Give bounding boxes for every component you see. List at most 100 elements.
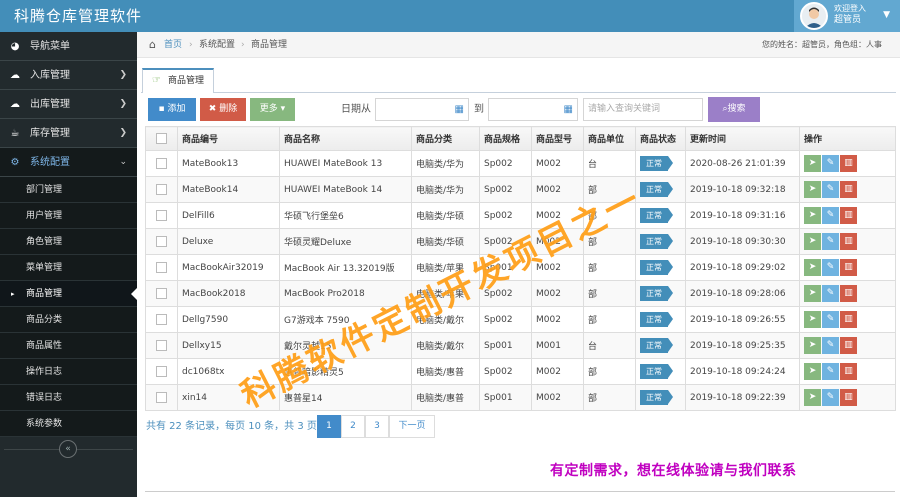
send-button[interactable]: ➤: [804, 233, 821, 250]
row-checkbox[interactable]: [156, 262, 167, 273]
select-all-checkbox[interactable]: [156, 133, 167, 144]
delete-row-button[interactable]: ▥: [840, 181, 857, 198]
row-checkbox[interactable]: [156, 340, 167, 351]
cell-name: 华硕飞行堡垒6: [279, 202, 412, 229]
send-button[interactable]: ➤: [804, 259, 821, 276]
delete-button[interactable]: ✖ 删除: [200, 98, 246, 121]
page-3-button[interactable]: 3: [365, 415, 389, 438]
row-checkbox[interactable]: [156, 366, 167, 377]
cell-category: 电脑类/苹果: [411, 254, 480, 281]
delete-row-button[interactable]: ▥: [840, 259, 857, 276]
cell-name: G7游戏本 7590: [279, 306, 412, 333]
row-checkbox[interactable]: [156, 314, 167, 325]
delete-row-button[interactable]: ▥: [840, 285, 857, 302]
send-button[interactable]: ➤: [804, 337, 821, 354]
sidebar-item-inbound[interactable]: ☁ 入库管理 ❯: [0, 61, 137, 90]
row-checkbox-cell[interactable]: [145, 254, 178, 281]
pencil-icon: ✎: [826, 340, 835, 350]
edit-button[interactable]: ✎: [822, 181, 839, 198]
delete-row-button[interactable]: ▥: [840, 233, 857, 250]
page-2-button[interactable]: 2: [341, 415, 365, 438]
sidebar-sub-users[interactable]: 用户管理: [0, 203, 137, 229]
row-checkbox-cell[interactable]: [145, 306, 178, 333]
cell-spec: Sp002: [479, 150, 532, 177]
trash-icon: ▥: [844, 314, 853, 324]
edit-button[interactable]: ✎: [822, 337, 839, 354]
date-to-input[interactable]: ▦: [488, 98, 578, 121]
next-page-button[interactable]: 下一页: [389, 415, 435, 438]
edit-button[interactable]: ✎: [822, 311, 839, 328]
edit-button[interactable]: ✎: [822, 363, 839, 380]
paper-plane-icon: ➤: [808, 184, 817, 194]
row-checkbox-cell[interactable]: [145, 176, 178, 203]
send-button[interactable]: ➤: [804, 389, 821, 406]
row-checkbox-cell[interactable]: [145, 202, 178, 229]
sidebar-sub-roles[interactable]: 角色管理: [0, 229, 137, 255]
row-checkbox[interactable]: [156, 158, 167, 169]
user-welcome: 欢迎登入: [834, 4, 866, 13]
row-checkbox-cell[interactable]: [145, 228, 178, 255]
date-from-input[interactable]: ▦: [375, 98, 469, 121]
row-checkbox[interactable]: [156, 210, 167, 221]
footer-divider: [145, 491, 895, 492]
table-row: MacBookAir32019 MacBook Air 13.32019版 电脑类/…: [145, 254, 896, 281]
send-button[interactable]: ➤: [804, 363, 821, 380]
sidebar-sub-error-log[interactable]: 错误日志: [0, 385, 137, 411]
delete-row-button[interactable]: ▥: [840, 155, 857, 172]
row-checkbox-cell[interactable]: [145, 384, 178, 411]
delete-row-button[interactable]: ▥: [840, 207, 857, 224]
user-menu[interactable]: 欢迎登入 超管员 ▼: [794, 0, 900, 32]
sidebar-sub-product-attr[interactable]: 商品属性: [0, 333, 137, 359]
sidebar-sub-products[interactable]: ▸ 商品管理: [0, 281, 138, 307]
send-button[interactable]: ➤: [804, 181, 821, 198]
row-checkbox-cell[interactable]: [145, 280, 178, 307]
more-button[interactable]: 更多 ▾: [250, 98, 295, 121]
edit-button[interactable]: ✎: [822, 259, 839, 276]
page-1-button[interactable]: 1: [317, 415, 341, 438]
sidebar-item-system-config[interactable]: ⚙ 系统配置 ⌄: [0, 148, 137, 177]
search-button[interactable]: ⌕搜索: [708, 97, 760, 122]
cell-spec: Sp002: [479, 358, 532, 385]
send-button[interactable]: ➤: [804, 155, 821, 172]
add-button[interactable]: ▪ 添加: [148, 98, 196, 121]
sidebar-item-nav[interactable]: ◕ 导航菜单: [0, 32, 137, 61]
cell-updated: 2019-10-18 09:22:39: [685, 384, 800, 411]
sidebar-sub-sys-params[interactable]: 系统参数: [0, 411, 137, 437]
sidebar-item-inventory[interactable]: ☕ 库存管理 ❯: [0, 119, 137, 148]
send-button[interactable]: ➤: [804, 207, 821, 224]
cell-actions: ➤ ✎ ▥: [799, 384, 896, 411]
row-checkbox[interactable]: [156, 236, 167, 247]
breadcrumb-home-link[interactable]: 首页: [164, 32, 182, 58]
row-checkbox[interactable]: [156, 184, 167, 195]
sidebar-sub-dept[interactable]: 部门管理: [0, 177, 137, 203]
select-all-checkbox-cell[interactable]: [145, 126, 178, 151]
user-avatar-icon: [802, 4, 826, 28]
sidebar-collapse-button[interactable]: «: [59, 440, 77, 458]
send-button[interactable]: ➤: [804, 285, 821, 302]
sidebar-sub-op-log[interactable]: 操作日志: [0, 359, 137, 385]
row-checkbox-cell[interactable]: [145, 358, 178, 385]
delete-row-button[interactable]: ▥: [840, 389, 857, 406]
edit-button[interactable]: ✎: [822, 207, 839, 224]
cell-code: MateBook14: [177, 176, 280, 203]
search-input[interactable]: 请输入查询关键词: [583, 98, 703, 121]
send-button[interactable]: ➤: [804, 311, 821, 328]
row-checkbox[interactable]: [156, 288, 167, 299]
edit-button[interactable]: ✎: [822, 389, 839, 406]
sidebar-item-outbound[interactable]: ☁ 出库管理 ❯: [0, 90, 137, 119]
cell-status: 正常: [635, 332, 686, 359]
sidebar-sub-menus[interactable]: 菜单管理: [0, 255, 137, 281]
edit-button[interactable]: ✎: [822, 285, 839, 302]
sidebar-sub-product-category[interactable]: 商品分类: [0, 307, 137, 333]
edit-button[interactable]: ✎: [822, 155, 839, 172]
delete-row-button[interactable]: ▥: [840, 311, 857, 328]
edit-button[interactable]: ✎: [822, 233, 839, 250]
row-checkbox-cell[interactable]: [145, 150, 178, 177]
delete-row-button[interactable]: ▥: [840, 337, 857, 354]
cell-unit: 部: [583, 228, 636, 255]
row-checkbox-cell[interactable]: [145, 332, 178, 359]
sidebar-sub-label: 商品属性: [26, 341, 63, 351]
tab-product-management[interactable]: ☞ 商品管理: [142, 68, 214, 93]
delete-row-button[interactable]: ▥: [840, 363, 857, 380]
row-checkbox[interactable]: [156, 392, 167, 403]
